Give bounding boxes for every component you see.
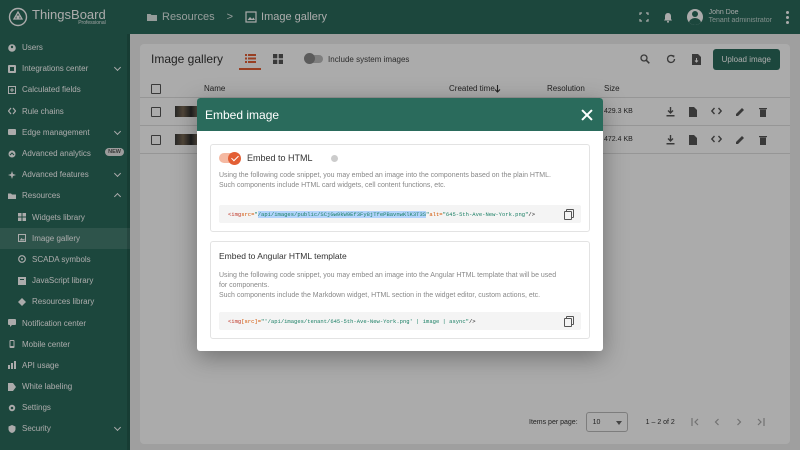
angular-description: Using the following code snippet, you ma… xyxy=(211,261,589,300)
help-icon[interactable] xyxy=(330,154,338,162)
angular-code-snippet[interactable]: <img [src]= "'/api/images/tenant/645-5th-… xyxy=(219,312,581,330)
code-attr: [src]= xyxy=(241,317,262,325)
description-line: Using the following code snippet, you ma… xyxy=(219,172,551,179)
dialog-title: Embed image xyxy=(205,107,280,122)
description-line: Such components include the Markdown wid… xyxy=(219,291,541,299)
code-attr: src= xyxy=(241,210,255,218)
copy-icon[interactable] xyxy=(564,316,574,327)
close-icon[interactable] xyxy=(581,109,593,121)
code-end: /> xyxy=(468,317,476,325)
code-attr: alt= xyxy=(429,210,443,218)
code-end: /> xyxy=(528,210,535,218)
embed-to-html-toggle[interactable] xyxy=(219,151,241,165)
code-src-value: "'/api/images/tenant/645-5th-Ave-New-Yor… xyxy=(261,317,469,325)
code-tag: <img xyxy=(228,210,242,218)
copy-icon[interactable] xyxy=(564,209,574,220)
html-code-snippet[interactable]: <img src= "/api/images/public/SCjGw9kW9Ef… xyxy=(219,205,581,223)
embed-image-dialog: Embed image Embed to HTML Using the foll… xyxy=(197,98,603,351)
embed-html-section: Embed to HTML Using the following code s… xyxy=(210,144,590,232)
description-line: Such components include HTML card widget… xyxy=(219,181,446,189)
code-alt-value: "645-5th-Ave-New-York.png" xyxy=(442,210,529,218)
embed-angular-section: Embed to Angular HTML template Using the… xyxy=(210,241,590,339)
angular-section-title: Embed to Angular HTML template xyxy=(219,251,347,261)
code-tag: <img xyxy=(228,317,242,325)
description-line: Using the following code snippet, you ma… xyxy=(219,272,557,279)
code-src-value: /api/images/public/SCjGw9kW9Ef3Fy8jTfePB… xyxy=(257,210,427,218)
dialog-header: Embed image xyxy=(197,98,603,131)
description-line: for components. xyxy=(219,281,270,289)
embed-html-description: Using the following code snippet, you ma… xyxy=(211,163,589,191)
embed-to-html-label: Embed to HTML xyxy=(247,153,313,163)
